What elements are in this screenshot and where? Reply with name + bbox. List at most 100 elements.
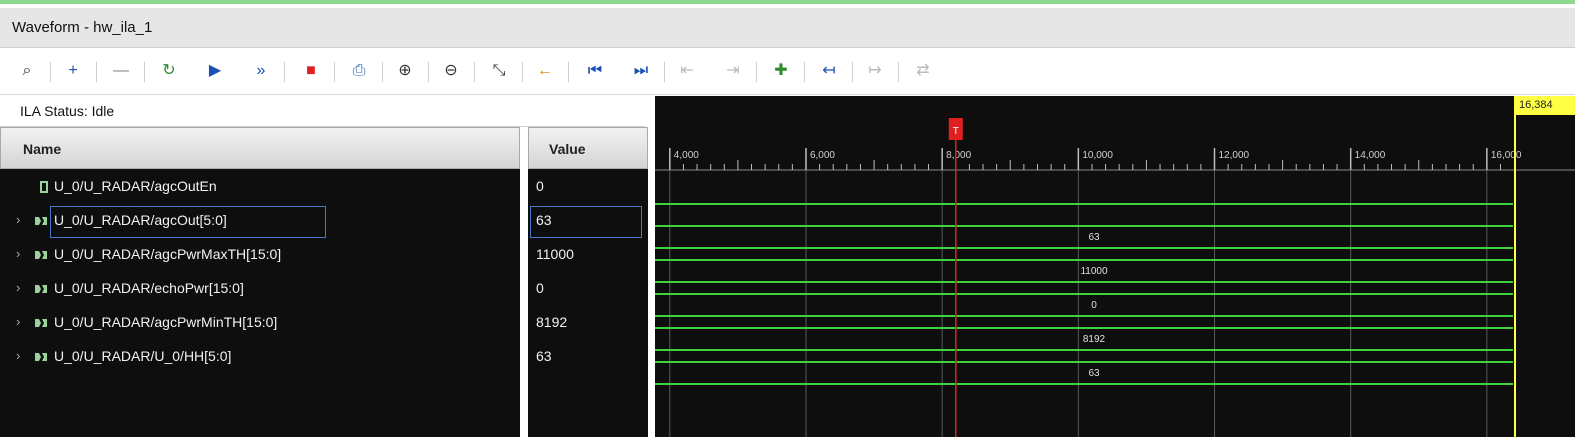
go-to-end-icon[interactable]: ⏭ <box>630 60 652 82</box>
signal-name: U_0/U_RADAR/echoPwr[15:0] <box>54 280 244 296</box>
toolbar-separator <box>96 62 97 82</box>
bus-value-label: 63 <box>1088 232 1100 243</box>
value-column-header[interactable]: Value <box>528 127 648 169</box>
signal-value-cell[interactable]: 0 <box>528 272 648 306</box>
bit-signal-icon <box>40 181 48 193</box>
signal-name: U_0/U_RADAR/agcPwrMaxTH[15:0] <box>54 246 282 262</box>
zoom-out-icon[interactable]: ⊖ <box>440 60 462 82</box>
signal-row[interactable]: › U_0/U_RADAR/U_0/HH[5:0] <box>0 340 520 374</box>
signal-value-column: Value 0 63 11000 0 8192 63 <box>528 127 648 437</box>
ila-status-label: ILA Status: Idle <box>20 103 115 119</box>
end-marker-time: 16,384 <box>1519 99 1553 111</box>
previous-marker-icon[interactable]: ↤ <box>818 60 840 82</box>
expand-chevron-icon[interactable]: › <box>16 280 26 295</box>
export-icon[interactable]: ⎙ <box>348 60 370 82</box>
waveform-pane[interactable]: 4,000 6,000 8,000 10,000 12,000 14,000 16,000 6… <box>655 96 1575 437</box>
signal-value-cell[interactable]: 0 <box>528 170 648 204</box>
ila-status-bar: ILA Status: Idle <box>0 96 645 127</box>
bus-signal-icon <box>35 217 47 225</box>
go-to-cursor-icon[interactable]: ← <box>534 60 556 82</box>
stop-icon[interactable]: ■ <box>300 60 322 82</box>
toolbar-separator <box>522 62 523 82</box>
signal-row[interactable]: › U_0/U_RADAR/agcOut[5:0] <box>0 204 520 238</box>
time-tick-label: 14,000 <box>1355 150 1386 161</box>
zoom-fit-icon[interactable]: ⤡ <box>488 60 510 82</box>
expand-chevron-icon[interactable]: › <box>16 314 26 329</box>
time-tick-label: 12,000 <box>1219 150 1250 161</box>
go-to-start-icon[interactable]: ⏮ <box>584 60 606 82</box>
run-trigger-icon[interactable]: ▶ <box>204 60 226 82</box>
previous-transition-icon[interactable]: ⇤ <box>676 60 698 82</box>
toolbar-separator <box>50 62 51 82</box>
signal-value: 63 <box>536 348 552 364</box>
window-title: Waveform - hw_ila_1 <box>12 19 153 36</box>
expand-chevron-icon[interactable]: › <box>16 348 26 363</box>
expand-chevron-icon[interactable]: › <box>16 246 26 261</box>
signal-value-cell[interactable]: 8192 <box>528 306 648 340</box>
toolbar-separator <box>898 62 899 82</box>
toolbar-separator <box>756 62 757 82</box>
waveform-window: Waveform - hw_ila_1 ⌕ + — ↻ ▶ » ■ ⎙ ⊕ ⊖ ⤡ ← ⏮ ⏭ ⇤ ⇥ ✚ ↤ ↦ ⇄… <box>0 0 1575 437</box>
waveform-canvas[interactable]: 4,000 6,000 8,000 10,000 12,000 14,000 16,000 6… <box>655 96 1575 437</box>
bus-signal-icon <box>35 353 47 361</box>
run-continuous-icon[interactable]: » <box>250 60 272 82</box>
signal-name: U_0/U_RADAR/agcOut[5:0] <box>54 212 227 228</box>
next-marker-icon[interactable]: ↦ <box>864 60 886 82</box>
signal-name: U_0/U_RADAR/agcOutEn <box>54 178 217 194</box>
signal-name: U_0/U_RADAR/agcPwrMinTH[15:0] <box>54 314 278 330</box>
remove-icon[interactable]: — <box>110 60 132 82</box>
zoom-in-icon[interactable]: ⊕ <box>394 60 416 82</box>
signal-row[interactable]: › U_0/U_RADAR/agcPwrMaxTH[15:0] <box>0 238 520 272</box>
toolbar: ⌕ + — ↻ ▶ » ■ ⎙ ⊕ ⊖ ⤡ ← ⏮ ⏭ ⇤ ⇥ ✚ ↤ ↦ ⇄ <box>0 49 1575 95</box>
expand-chevron-icon[interactable]: › <box>16 212 26 227</box>
name-column-header-label: Name <box>23 141 62 157</box>
toolbar-separator <box>144 62 145 82</box>
name-column-header[interactable]: Name <box>0 127 520 169</box>
toolbar-separator <box>474 62 475 82</box>
bus-value-label: 63 <box>1088 368 1100 379</box>
next-transition-icon[interactable]: ⇥ <box>722 60 744 82</box>
signal-name: U_0/U_RADAR/U_0/HH[5:0] <box>54 348 232 364</box>
search-icon[interactable]: ⌕ <box>16 60 38 82</box>
column-divider[interactable] <box>520 127 528 437</box>
signal-row[interactable]: › U_0/U_RADAR/agcPwrMinTH[15:0] <box>0 306 520 340</box>
swap-cursors-icon[interactable]: ⇄ <box>912 60 934 82</box>
time-tick-label: 4,000 <box>674 150 699 161</box>
toolbar-separator <box>852 62 853 82</box>
time-tick-label: 16,000 <box>1491 150 1522 161</box>
title-bar: Waveform - hw_ila_1 <box>0 8 1575 48</box>
toolbar-separator <box>382 62 383 82</box>
bus-value-label: 0 <box>1091 300 1097 311</box>
signal-value: 0 <box>536 280 544 296</box>
time-tick-label: 10,000 <box>1082 150 1113 161</box>
signal-name-column: Name U_0/U_RADAR/agcOutEn › U_0/U_RADAR/ag… <box>0 127 520 437</box>
toolbar-separator <box>804 62 805 82</box>
add-icon[interactable]: + <box>62 60 84 82</box>
signal-value-cell[interactable]: 63 <box>528 204 648 238</box>
toolbar-separator <box>428 62 429 82</box>
signal-value: 63 <box>536 212 552 228</box>
add-marker-icon[interactable]: ✚ <box>770 60 792 82</box>
run-trigger-immediate-icon[interactable]: ↻ <box>158 60 180 82</box>
trigger-marker-label: T <box>953 126 959 137</box>
time-tick-label: 8,000 <box>946 150 971 161</box>
bus-signal-icon <box>35 319 47 327</box>
bus-signal-icon <box>35 251 47 259</box>
window-accent-bar <box>0 0 1575 8</box>
end-marker-flag[interactable]: 16,384 <box>1516 96 1575 115</box>
pane-splitter[interactable] <box>648 96 655 437</box>
signal-value: 11000 <box>536 246 574 262</box>
time-tick-label: 6,000 <box>810 150 835 161</box>
bus-signal-icon <box>35 285 47 293</box>
toolbar-separator <box>664 62 665 82</box>
toolbar-separator <box>334 62 335 82</box>
toolbar-separator <box>284 62 285 82</box>
bus-value-label: 8192 <box>1083 334 1106 345</box>
signal-row[interactable]: U_0/U_RADAR/agcOutEn <box>0 170 520 204</box>
signal-value-cell[interactable]: 11000 <box>528 238 648 272</box>
bus-value-label: 11000 <box>1080 266 1108 277</box>
signal-row[interactable]: › U_0/U_RADAR/echoPwr[15:0] <box>0 272 520 306</box>
signal-value-cell[interactable]: 63 <box>528 340 648 374</box>
toolbar-separator <box>568 62 569 82</box>
signal-value: 8192 <box>536 314 568 330</box>
